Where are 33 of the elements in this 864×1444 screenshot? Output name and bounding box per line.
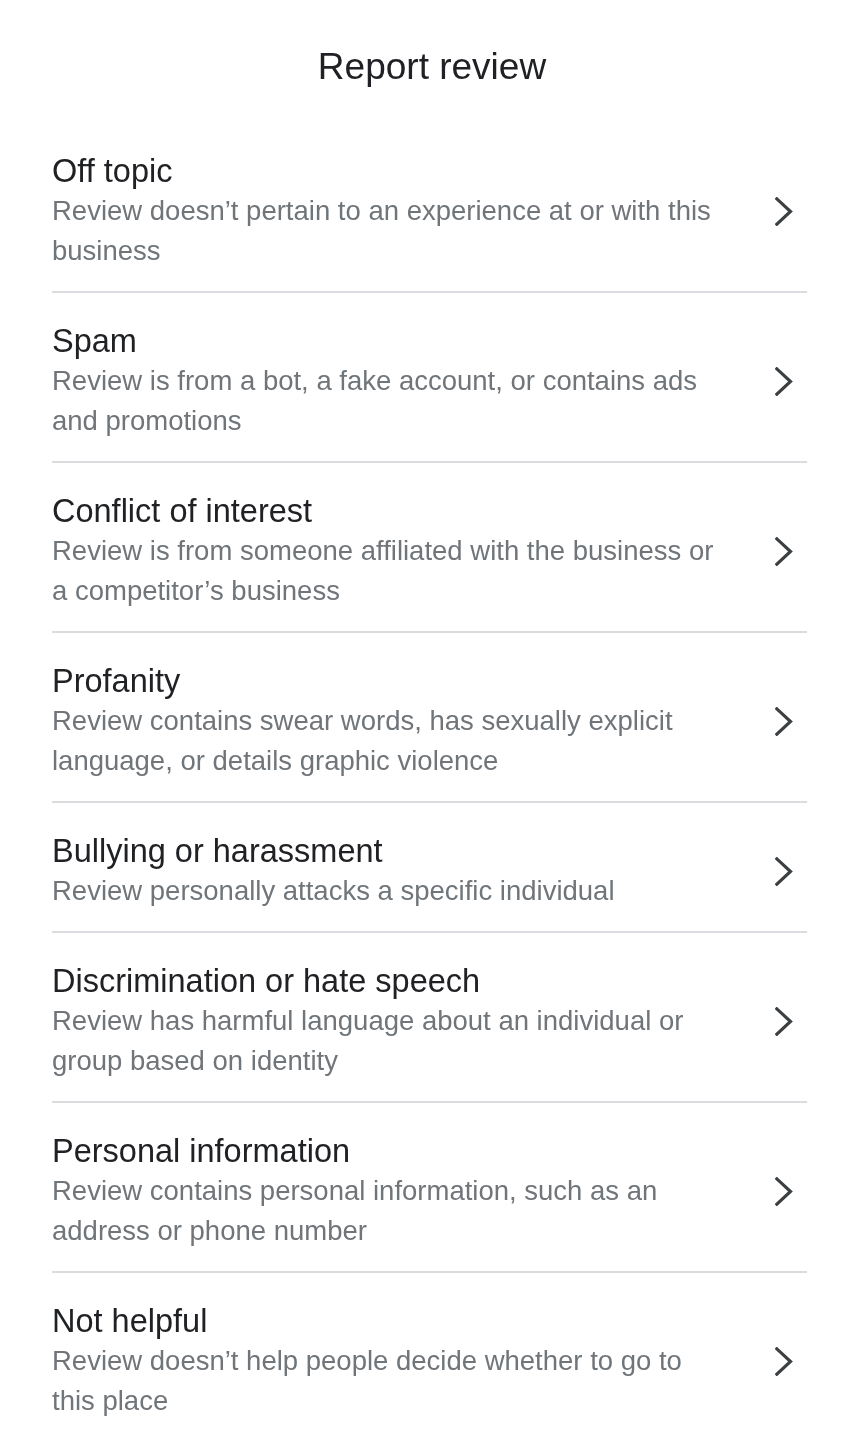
report-option[interactable]: Bullying or harassment Review personally attacks a specific individual — [52, 803, 807, 933]
option-title: Conflict of interest — [52, 492, 313, 531]
option-title: Bullying or harassment — [52, 832, 383, 871]
chevron-right-icon — [775, 196, 793, 226]
report-option[interactable]: Not helpful Review doesn’t help people decide whether to go to this place — [52, 1273, 807, 1441]
option-description: Review is from a bot, a fake account, or contains ads and promotions — [52, 364, 699, 438]
report-option[interactable]: Off topic Review doesn’t pertain to an experience at or with this business — [52, 123, 807, 293]
report-option[interactable]: Conflict of interest Review is from someone affiliated with the business or a competitor’s business — [52, 463, 807, 633]
report-option[interactable]: Personal information Review contains personal information, such as an address or phone number — [52, 1103, 807, 1273]
option-description: Review has harmful language about an individual or group based on identity — [52, 1004, 685, 1078]
option-title: Off topic — [52, 152, 173, 191]
option-title: Profanity — [52, 662, 181, 701]
dialog-title: Report review — [317, 46, 547, 88]
chevron-right-icon — [775, 1176, 793, 1206]
option-title: Personal information — [52, 1132, 351, 1171]
chevron-right-icon — [775, 856, 793, 886]
option-description: Review doesn’t help people decide whether to go to this place — [52, 1344, 683, 1418]
chevron-right-icon — [775, 1006, 793, 1036]
chevron-right-icon — [775, 1346, 793, 1376]
chevron-right-icon — [775, 366, 793, 396]
option-title: Spam — [52, 322, 137, 361]
option-description: Review is from someone affiliated with the business or a competitor’s business — [52, 534, 715, 608]
chevron-right-icon — [775, 536, 793, 566]
report-option[interactable]: Profanity Review contains swear words, has sexually explicit language, or details graphic violence — [52, 633, 807, 803]
option-description: Review personally attacks a specific individual — [52, 874, 615, 908]
report-option[interactable]: Discrimination or hate speech Review has harmful language about an individual or group based on identity — [52, 933, 807, 1103]
report-option[interactable]: Spam Review is from a bot, a fake account, or contains ads and promotions — [52, 293, 807, 463]
chevron-right-icon — [775, 706, 793, 736]
option-title: Not helpful — [52, 1302, 208, 1341]
option-description: Review doesn’t pertain to an experience at or with this business — [52, 194, 712, 268]
option-description: Review contains swear words, has sexually explicit language, or details graphic violence — [52, 704, 674, 778]
option-title: Discrimination or hate speech — [52, 962, 481, 1001]
option-description: Review contains personal information, such as an address or phone number — [52, 1174, 659, 1248]
